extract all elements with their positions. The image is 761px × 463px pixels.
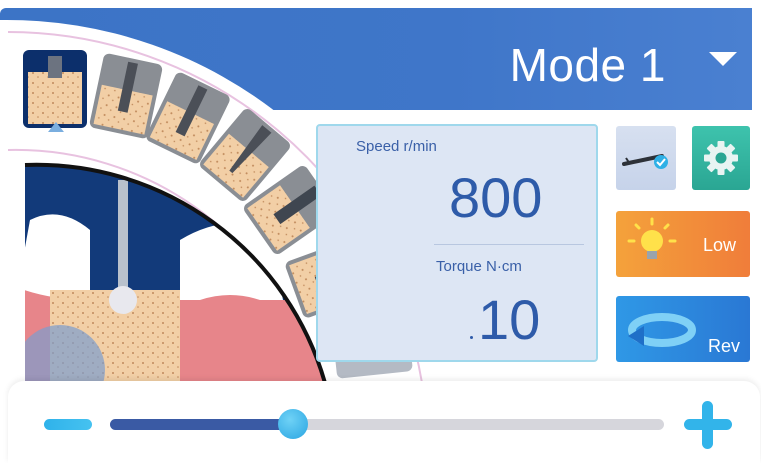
plus-icon-vertical[interactable]: [702, 401, 713, 449]
mode-title[interactable]: Mode 1: [510, 38, 666, 92]
speed-value[interactable]: 800: [449, 165, 542, 230]
handpiece-button[interactable]: [616, 126, 676, 190]
bulb-icon: [627, 217, 677, 259]
settings-button[interactable]: [692, 126, 750, 190]
light-level-button[interactable]: Low: [616, 211, 750, 277]
speed-torque-panel: [316, 124, 598, 362]
minus-icon[interactable]: [44, 419, 92, 430]
rotate-arrow-icon: [628, 313, 696, 347]
reverse-button[interactable]: Rev: [616, 296, 750, 362]
light-level-label: Low: [702, 235, 736, 255]
reverse-label: Rev: [707, 336, 740, 356]
panel-divider: [434, 244, 584, 245]
torque-value[interactable]: 10: [478, 287, 540, 352]
torque-dot: [470, 336, 473, 339]
gear-icon: [704, 141, 738, 175]
slider-track[interactable]: [110, 419, 664, 430]
slider-fill: [110, 419, 293, 430]
speed-label: Speed r/min: [356, 138, 437, 155]
handpiece-icon: [622, 154, 668, 169]
caret-down-icon[interactable]: [709, 52, 737, 66]
tool-selected[interactable]: [23, 50, 87, 132]
slider-thumb[interactable]: [277, 409, 308, 439]
torque-label: Torque N·cm: [436, 258, 522, 275]
